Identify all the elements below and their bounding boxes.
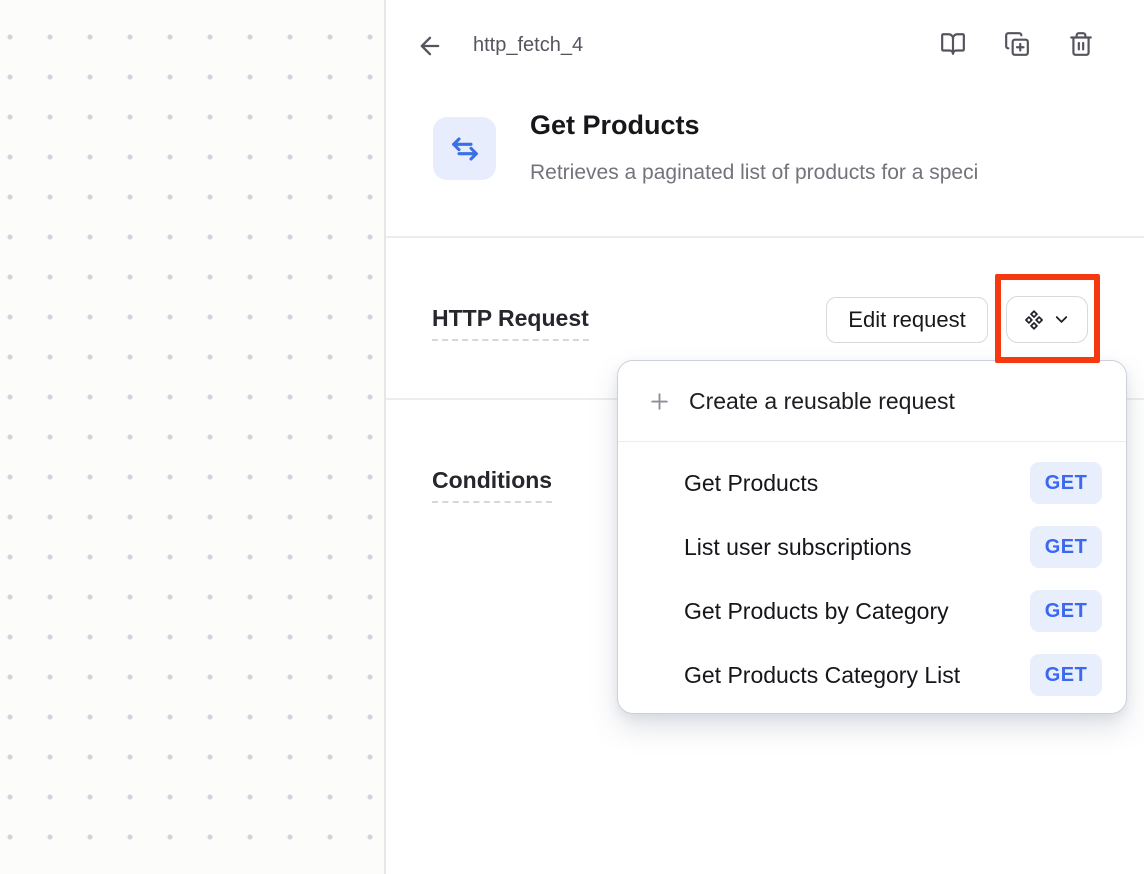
menu-item-label: Create a reusable request	[689, 388, 955, 415]
reusable-request-list: Get Products GET List user subscriptions…	[618, 442, 1126, 707]
edit-request-button[interactable]: Edit request	[826, 297, 988, 343]
menu-item-list-user-subscriptions[interactable]: List user subscriptions GET	[618, 515, 1126, 579]
swap-arrows-icon	[449, 133, 481, 165]
docs-button[interactable]	[940, 31, 966, 57]
copy-plus-icon	[1004, 31, 1030, 57]
workflow-canvas[interactable]	[0, 0, 384, 874]
method-badge: GET	[1030, 526, 1102, 568]
menu-item-get-products-by-category[interactable]: Get Products by Category GET	[618, 579, 1126, 643]
conditions-label: Conditions	[432, 467, 552, 503]
delete-button[interactable]	[1068, 31, 1094, 57]
back-button[interactable]	[416, 31, 446, 61]
node-id-label: http_fetch_4	[473, 34, 583, 57]
create-reusable-request-item[interactable]: Create a reusable request	[618, 361, 1126, 442]
menu-item-label: List user subscriptions	[684, 534, 912, 561]
header-actions	[940, 31, 1094, 57]
arrow-left-icon	[416, 32, 446, 60]
book-open-icon	[940, 31, 966, 57]
menu-item-label: Get Products	[684, 470, 818, 497]
duplicate-button[interactable]	[1004, 31, 1030, 57]
menu-item-label: Get Products by Category	[684, 598, 949, 625]
http-request-label: HTTP Request	[432, 305, 589, 341]
section-divider	[386, 236, 1144, 238]
chevron-down-icon	[1052, 310, 1071, 329]
reusable-request-dropdown-menu: Create a reusable request Get Products G…	[617, 360, 1127, 714]
plus-icon	[647, 389, 672, 414]
node-title: Get Products	[530, 110, 700, 141]
method-badge: GET	[1030, 590, 1102, 632]
menu-item-get-products-category-list[interactable]: Get Products Category List GET	[618, 643, 1126, 707]
menu-item-get-products[interactable]: Get Products GET	[618, 451, 1126, 515]
menu-item-label: Get Products Category List	[684, 662, 960, 689]
trash-icon	[1068, 31, 1094, 57]
reusable-request-picker-button[interactable]	[1006, 296, 1088, 343]
method-badge: GET	[1030, 462, 1102, 504]
component-icon	[1023, 309, 1045, 331]
method-badge: GET	[1030, 654, 1102, 696]
node-type-icon-box	[433, 117, 496, 180]
node-description: Retrieves a paginated list of products f…	[530, 161, 1144, 185]
